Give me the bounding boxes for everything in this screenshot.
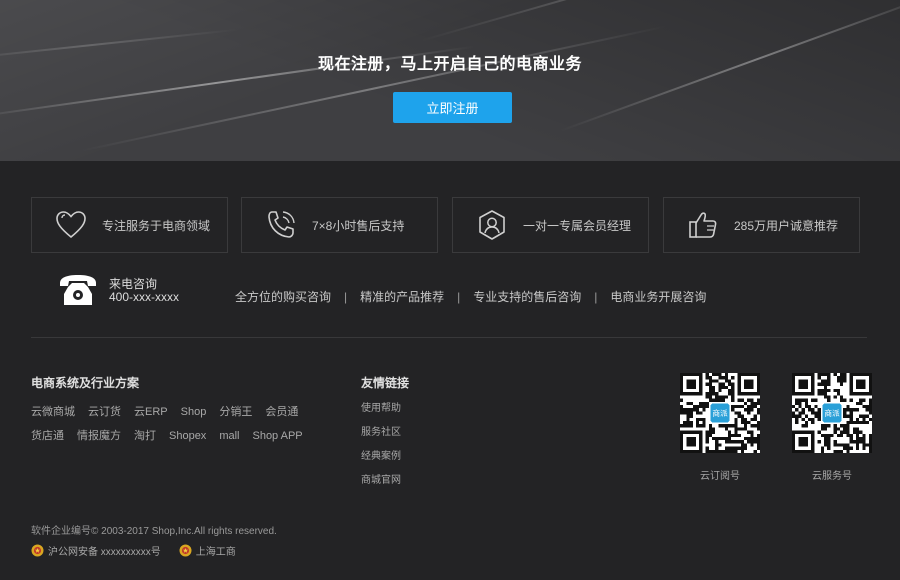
consult-links: 全方位的购买咨询 | 精准的产品推荐 | 专业支持的售后咨询 | 电商业务开展咨询 (235, 288, 706, 305)
svg-text:商派: 商派 (712, 408, 728, 418)
qr-code-image: 商派 (792, 373, 872, 453)
record-business[interactable]: 上海工商 (196, 543, 236, 558)
friend-link-official-site[interactable]: 商城官网 (361, 474, 401, 498)
telephone-icon (60, 275, 96, 305)
solution-link[interactable]: 云ERP (134, 406, 168, 418)
qr-code-service: 商派 (792, 373, 872, 453)
solutions-links-row-2: 货店通 情报魔方 淘打 Shopex mall Shop APP (31, 427, 331, 443)
solution-link[interactable]: Shop APP (252, 430, 302, 442)
qr-label-subscription: 云订阅号 (700, 471, 740, 482)
light-streak (419, 0, 900, 42)
consult-link-purchase[interactable]: 全方位的购买咨询 (235, 290, 331, 304)
user-shield-icon (479, 210, 505, 240)
consult-link-aftersales[interactable]: 专业支持的售后咨询 (473, 290, 581, 304)
friend-links-title: 友情链接 (361, 376, 410, 390)
banner-title: 现在注册，马上开启自己的电商业务 (317, 56, 582, 73)
solutions-links-row-1: 云微商城 云订货 云ERP Shop 分销王 会员通 (31, 403, 331, 419)
separator: | (457, 290, 461, 304)
business-badge-icon (179, 544, 192, 557)
solution-link[interactable]: mall (219, 430, 239, 442)
friend-link-help[interactable]: 使用帮助 (361, 402, 401, 426)
solution-link[interactable]: 淘打 (134, 430, 156, 442)
friend-link-cases[interactable]: 经典案例 (361, 450, 401, 474)
feature-list: 专注服务于电商领域 7×8小时售后支持 一对一专属会员经理 285万用户诚意推荐 (31, 197, 860, 253)
record-info: 沪公网安备 xxxxxxxxxx号 上海工商 (31, 543, 254, 558)
feature-text: 7×8小时售后支持 (312, 218, 405, 233)
solution-link[interactable]: 情报魔方 (77, 430, 121, 442)
separator: | (594, 290, 598, 304)
friend-link-community[interactable]: 服务社区 (361, 426, 401, 450)
solution-link[interactable]: 云微商城 (31, 406, 75, 418)
qr-code-image: 商派 (680, 373, 760, 453)
qr-label-service: 云服务号 (812, 471, 852, 482)
feature-item: 一对一专属会员经理 (452, 197, 649, 253)
heart-icon (56, 211, 86, 239)
register-button[interactable]: 立即注册 (393, 92, 512, 123)
divider (31, 337, 867, 338)
solution-link[interactable]: Shop (181, 406, 207, 418)
feature-text: 一对一专属会员经理 (523, 218, 632, 233)
solution-link[interactable]: 云订货 (88, 406, 121, 418)
police-badge-icon (31, 544, 44, 557)
separator: | (344, 290, 348, 304)
solution-link[interactable]: Shopex (169, 430, 206, 442)
feature-item: 7×8小时售后支持 (241, 197, 438, 253)
copyright-text: 软件企业编号© 2003-2017 Shop,Inc.All rights re… (31, 526, 277, 537)
feature-text: 285万用户诚意推荐 (734, 218, 839, 233)
thumbs-up-icon (689, 212, 717, 238)
qr-code-subscription: 商派 (680, 373, 760, 453)
phone-call-icon (268, 211, 295, 238)
record-police[interactable]: 沪公网安备 xxxxxxxxxx号 (48, 543, 161, 558)
consult-link-product[interactable]: 精准的产品推荐 (360, 290, 444, 304)
feature-item: 285万用户诚意推荐 (663, 197, 860, 253)
friend-links: 使用帮助 服务社区 经典案例 商城官网 (361, 402, 401, 498)
feature-item: 专注服务于电商领域 (31, 197, 228, 253)
svg-text:商派: 商派 (824, 408, 840, 418)
phone-consult: 来电咨询 400-xxx-xxxx 全方位的购买咨询 | 精准的产品推荐 | 专业支持的… (58, 272, 878, 312)
consult-link-business[interactable]: 电商业务开展咨询 (610, 290, 706, 304)
solutions-title: 电商系统及行业方案 (31, 376, 140, 390)
feature-text: 专注服务于电商领域 (102, 218, 211, 233)
solution-link[interactable]: 货店通 (31, 430, 64, 442)
solution-link[interactable]: 分销王 (219, 406, 252, 418)
register-banner: 现在注册，马上开启自己的电商业务 立即注册 (0, 0, 900, 161)
consult-phone-number: 400-xxx-xxxx (109, 290, 180, 304)
solution-link[interactable]: 会员通 (265, 406, 298, 418)
